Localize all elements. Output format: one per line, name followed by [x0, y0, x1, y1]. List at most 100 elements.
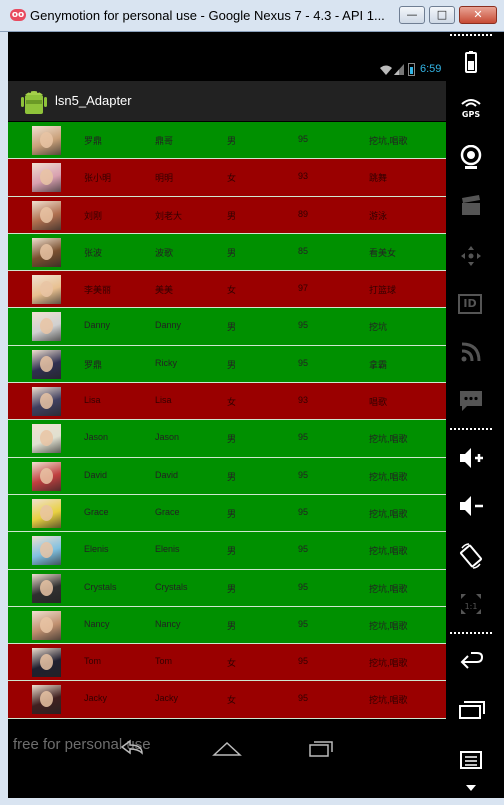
- hobby-cell: 挖坑,唱歌: [369, 508, 408, 519]
- device-id-tool[interactable]: ID: [446, 284, 496, 324]
- name-cell: 罗鼎: [84, 136, 103, 146]
- hobby-cell: 挖坑,唱歌: [369, 471, 408, 482]
- gps-tool[interactable]: GPS: [446, 88, 496, 128]
- window-title: Genymotion for personal use - Google Nex…: [30, 8, 385, 23]
- score-cell: 95: [298, 656, 309, 667]
- list-item[interactable]: Jacky Jacky 女 95 挖坑,唱歌: [8, 681, 446, 719]
- toolbar-divider: [450, 428, 492, 430]
- name-cell: 张小明: [84, 173, 112, 184]
- maximize-button[interactable]: □: [429, 6, 455, 24]
- window-titlebar: oo Genymotion for personal use - Google …: [0, 0, 504, 32]
- minimize-button[interactable]: —: [399, 6, 425, 24]
- nickname-cell: Lisa: [155, 395, 172, 406]
- id-icon: ID: [458, 294, 482, 314]
- score-cell: 95: [298, 320, 309, 331]
- nickname-cell: Nancy: [155, 618, 181, 629]
- list-item[interactable]: David David 男 95 挖坑,唱歌: [8, 457, 446, 495]
- gender-cell: 女: [227, 397, 237, 408]
- list-item[interactable]: Elenis Elenis 男 95 挖坑,唱歌: [8, 532, 446, 570]
- battery-tool-icon: [465, 51, 477, 73]
- nickname-cell: Elenis: [155, 544, 180, 555]
- list-item[interactable]: Tom Tom 女 95 挖坑,唱歌: [8, 644, 446, 682]
- list-item[interactable]: Crystals Crystals 男 95 挖坑,唱歌: [8, 569, 446, 607]
- score-cell: 95: [298, 544, 309, 555]
- nickname-cell: 鼎哥: [155, 136, 174, 146]
- status-bar: 6:59: [8, 60, 446, 80]
- network-tool[interactable]: [446, 332, 496, 372]
- nickname-cell: Crystals: [155, 581, 188, 592]
- name-cell: Grace: [84, 506, 109, 517]
- nickname-cell: Tom: [155, 656, 173, 667]
- pixel-perfect-tool[interactable]: 1:1: [446, 584, 496, 624]
- score-cell: 95: [298, 134, 309, 144]
- name-cell: Danny: [84, 320, 111, 331]
- list-item[interactable]: 张波 波歌 男 85 看美女: [8, 233, 446, 272]
- hobby-cell: 唱歌: [369, 397, 388, 408]
- rotate-tool[interactable]: [446, 535, 496, 575]
- avatar: [32, 312, 61, 342]
- avatar: [32, 648, 61, 678]
- back-button-icon[interactable]: [118, 737, 148, 759]
- hobby-cell: 挖坑,唱歌: [369, 583, 408, 594]
- nickname-cell: Danny: [155, 320, 182, 331]
- close-icon: ✕: [473, 8, 483, 21]
- home-button-icon[interactable]: [212, 737, 242, 759]
- list-item[interactable]: Nancy Nancy 男 95 挖坑,唱歌: [8, 606, 446, 645]
- list-item[interactable]: 罗鼎 鼎哥 男 95 挖坑,唱歌: [8, 122, 446, 160]
- avatar: [32, 349, 61, 379]
- name-cell: 张波: [84, 247, 103, 258]
- list-item[interactable]: Lisa Lisa 女 93 唱歌: [8, 383, 446, 421]
- battery-tool[interactable]: [446, 42, 496, 82]
- nickname-cell: Jason: [155, 432, 180, 443]
- score-cell: 89: [298, 208, 309, 219]
- hobby-cell: 挖坑,唱歌: [369, 695, 408, 706]
- avatar: [32, 536, 61, 566]
- name-cell: Crystals: [84, 581, 117, 592]
- menu-tool[interactable]: [446, 742, 496, 782]
- hobby-cell: 游泳: [369, 210, 388, 221]
- scale-label: 1:1: [464, 602, 478, 611]
- menu-icon: [460, 751, 482, 769]
- nickname-cell: David: [155, 469, 179, 480]
- score-cell: 95: [298, 693, 309, 704]
- score-cell: 95: [298, 357, 309, 368]
- gender-cell: 男: [227, 546, 237, 557]
- score-cell: 93: [298, 171, 309, 182]
- list-item[interactable]: Grace Grace 男 95 挖坑,唱歌: [8, 494, 446, 533]
- sms-tool[interactable]: [446, 380, 496, 420]
- gender-cell: 男: [227, 247, 237, 258]
- avatar: [32, 610, 61, 640]
- avatar: [32, 237, 61, 267]
- volume-down-tool[interactable]: [446, 486, 496, 526]
- list-item[interactable]: 张小明 明明 女 93 跳舞: [8, 159, 446, 197]
- list-item[interactable]: 李美丽 美美 女 97 打篮球: [8, 271, 446, 309]
- recent-apps-tool[interactable]: [446, 690, 496, 730]
- list-item[interactable]: 刘刚 刘老大 男 89 游泳: [8, 196, 446, 234]
- scroll-down-icon[interactable]: [466, 784, 476, 792]
- hobby-cell: 看美女: [369, 247, 397, 258]
- avatar: [32, 685, 61, 715]
- name-cell: Jacky: [84, 693, 108, 704]
- volume-up-tool[interactable]: [446, 438, 496, 478]
- list-item[interactable]: 罗鼎 Ricky 男 95 拿霸: [8, 345, 446, 384]
- gender-cell: 男: [227, 471, 237, 482]
- score-cell: 95: [298, 432, 309, 443]
- genymotion-app-icon: oo: [10, 9, 26, 21]
- score-cell: 85: [298, 245, 309, 256]
- avatar: [32, 126, 61, 155]
- gender-cell: 男: [227, 136, 237, 146]
- list-item[interactable]: Danny Danny 男 95 挖坑: [8, 308, 446, 346]
- hobby-cell: 挖坑,唱歌: [369, 434, 408, 445]
- gender-cell: 男: [227, 508, 237, 519]
- webcam-tool[interactable]: [446, 137, 496, 177]
- screencast-tool[interactable]: [446, 186, 496, 226]
- recent-apps-button-icon[interactable]: [306, 737, 336, 759]
- dpad-tool[interactable]: [446, 236, 496, 276]
- name-cell: Tom: [84, 656, 102, 667]
- back-tool[interactable]: [446, 642, 496, 682]
- student-list[interactable]: 罗鼎 鼎哥男 95 挖坑,唱歌 张小明 明明女 93 跳舞 刘刚 刘老大男 89 游泳 张波 波歌男 85 看…: [8, 122, 446, 719]
- list-item[interactable]: Jason Jason 男 95 挖坑,唱歌: [8, 420, 446, 458]
- score-cell: 97: [298, 283, 309, 294]
- gender-cell: 女: [227, 695, 237, 706]
- close-window-button[interactable]: ✕: [459, 6, 497, 24]
